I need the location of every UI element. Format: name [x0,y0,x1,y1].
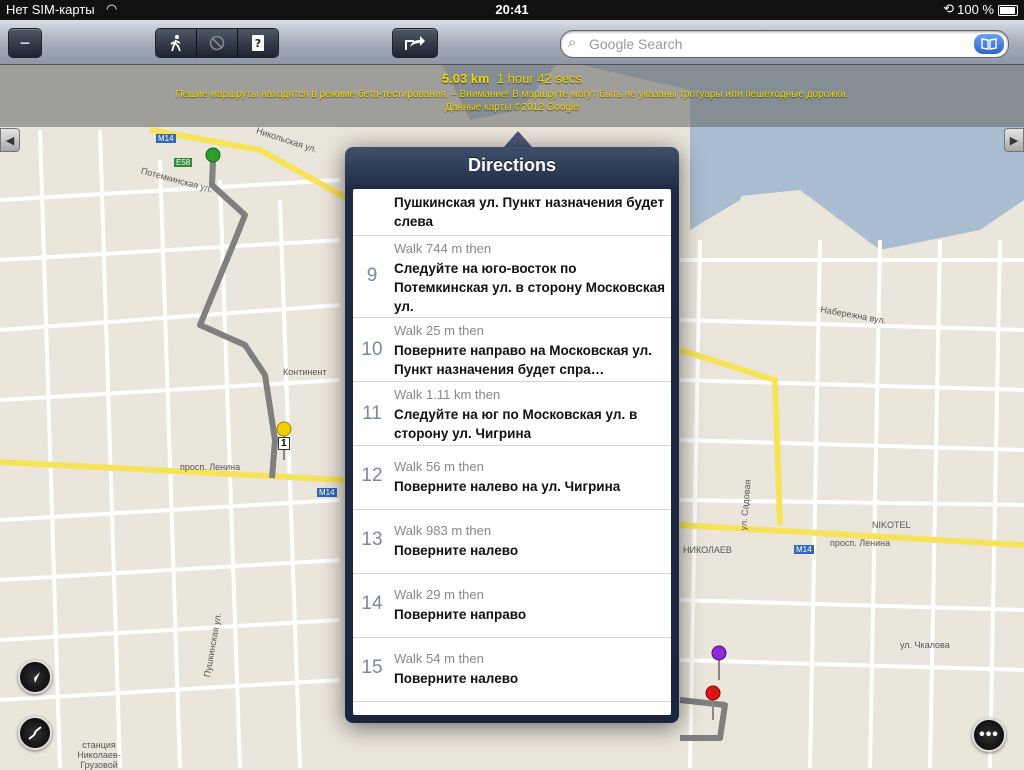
list-item[interactable]: 12 Walk 56 m then Поверните налево на ул… [353,445,671,510]
battery-percent: 100 % [957,2,994,17]
route-distance: 5.03 km [441,71,490,86]
step-marker: 1 [278,437,290,450]
map-copyright: Данные карты ©2012 Google [445,102,579,113]
route-info-bar: 5.03 km 1 hour 42 secs Пешие маршруты на… [0,65,1024,127]
clock: 20:41 [495,2,529,17]
next-step-arrow-icon[interactable]: ▶ [1004,128,1024,152]
start-pin-icon[interactable] [204,146,222,182]
transport-mode-segmented-control: ? [155,28,279,58]
previous-step-arrow-icon[interactable]: ◀ [0,128,20,152]
step-instruction: Следуйте на юг по Московская ул. в сторо… [394,407,638,441]
toolbar: − ? ⌕ [0,20,1024,65]
step-number: 13 [361,529,383,550]
road-badge-m14: M14 [156,134,176,143]
walk-icon[interactable] [156,29,197,57]
route-icon[interactable] [18,716,52,750]
step-instruction: Следуйте на юго-восток по Потемкинская у… [394,261,665,314]
search-input[interactable] [587,34,961,54]
list-item[interactable]: 9 Walk 744 m then Следуйте на юго-восток… [353,235,671,318]
step-number: 12 [361,465,383,486]
step-distance: Walk 1.11 km then [394,387,501,402]
road-badge-m14-left: M14 [317,488,337,497]
place-label-station: станция Николаев-Грузовой [77,740,121,770]
directions-list[interactable]: Пушкинская ул. Пункт назначения будет сл… [353,189,671,715]
list-item[interactable]: 14 Walk 29 m then Поверните направо [353,573,671,638]
route-summary: 5.03 km 1 hour 42 secs [0,71,1024,86]
step-instruction: Поверните налево [394,671,519,686]
list-item[interactable]: 15 Walk 54 m then Поверните налево [353,637,671,702]
place-label-nikolaev: НИКОЛАЕВ [683,545,732,555]
road-badge-m14-right: M14 [794,545,814,554]
help-icon[interactable]: ? [238,29,278,57]
poi-label-nikotel: NIKOTEL [872,520,911,530]
minus-button[interactable]: − [8,28,42,58]
search-field[interactable]: ⌕ [560,30,1009,58]
step-distance: Walk 25 m then [394,323,484,338]
search-icon: ⌕ [568,34,577,51]
list-item[interactable]: Пушкинская ул. Пункт назначения будет сл… [353,189,671,236]
street-label-lenina-left: просп. Ленина [180,462,241,472]
rotation-lock-icon: ⟲ [943,1,954,16]
directions-popover: Directions Пушкинская ул. Пункт назначен… [345,147,679,723]
more-options-icon[interactable]: ••• [972,718,1006,752]
list-item[interactable]: 13 Walk 983 m then Поверните налево [353,509,671,574]
list-item[interactable]: 10 Walk 25 m then Поверните направо на М… [353,317,671,382]
step-instruction: Поверните налево на ул. Чигрина [394,479,621,494]
step-number: 10 [361,339,383,360]
list-item[interactable]: 11 Walk 1.11 km then Следуйте на юг по М… [353,381,671,446]
step-distance: Walk 29 m then [394,587,484,602]
popover-arrow [504,131,532,147]
step-instruction: Пушкинская ул. Пункт назначения будет сл… [394,195,665,229]
location-icon[interactable] [18,660,52,694]
share-icon[interactable] [392,28,438,58]
step-number: 14 [361,593,383,614]
step-distance: Walk 983 m then [394,523,492,538]
destination-pin-icon[interactable] [704,684,722,720]
road-badge-e58: E58 [174,158,193,167]
step-distance: Walk 744 m then [394,241,492,256]
step-distance: Walk 54 m then [394,651,484,666]
step-instruction: Поверните налево [394,543,519,558]
street-label-lenina-right: просп. Ленина [830,538,891,548]
no-entry-icon[interactable] [197,29,238,57]
status-bar: Нет SIM-карты ◠ 20:41 ⟲ 100 % [0,0,1024,20]
street-label-chkalova: ул. Чкалова [900,640,950,650]
battery-icon [998,5,1018,16]
route-duration: 1 hour 42 secs [496,71,583,86]
bookmarks-icon[interactable] [974,34,1004,54]
step-number: 15 [361,657,383,678]
popover-title: Directions [467,155,557,175]
step-distance: Walk 56 m then [394,459,484,474]
step-instruction: Поверните направо [394,607,527,622]
step-instruction: Поверните направо на Московская ул. Пунк… [394,343,652,377]
step-number: 9 [366,265,378,286]
poi-label-kontinent: Континент [283,367,327,377]
purple-pin-icon[interactable] [710,644,728,680]
step-number: 11 [362,403,382,424]
svg-text:?: ? [255,37,261,50]
beta-warning: Пешие маршруты находятся в режиме бета-т… [175,89,849,100]
